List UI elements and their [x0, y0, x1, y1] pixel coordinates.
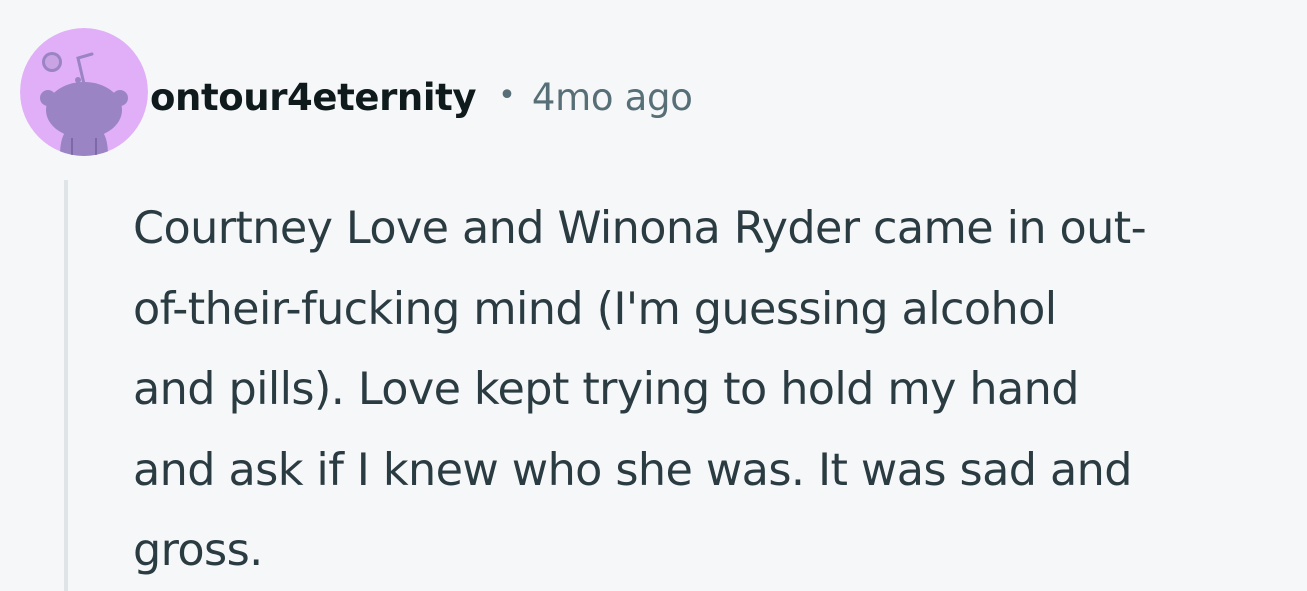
comment: ontour4eternity • 4mo ago Courtney Love …: [0, 0, 1307, 591]
meta-separator: •: [498, 77, 516, 113]
snoo-avatar-icon: [20, 28, 148, 156]
thread-collapse-line[interactable]: [64, 180, 68, 591]
comment-body-line: gross.: [133, 525, 263, 576]
comment-timestamp[interactable]: 4mo ago: [532, 76, 693, 119]
comment-body-line: Courtney Love and Winona Ryder came in o…: [133, 203, 1147, 254]
comment-body-line: of-their-fucking mind (I'm guessing alco…: [133, 283, 1057, 335]
author-username[interactable]: ontour4eternity: [150, 76, 477, 119]
comment-body: Courtney Love and Winona Ryder came in o…: [133, 189, 1293, 591]
user-avatar[interactable]: [20, 28, 148, 156]
comment-meta: ontour4eternity • 4mo ago: [150, 72, 693, 122]
comment-body-line: and pills). Love kept trying to hold my …: [133, 364, 1080, 415]
comment-body-line: and ask if I knew who she was. It was sa…: [133, 444, 1132, 496]
